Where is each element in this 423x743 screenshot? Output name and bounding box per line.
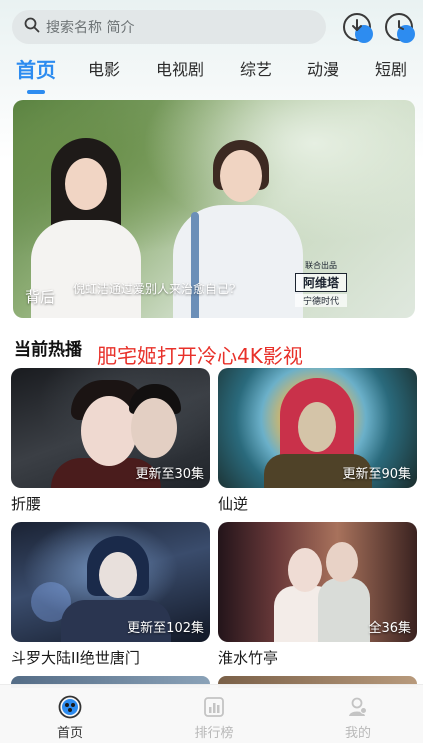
top-bar: 搜索名称 简介	[0, 0, 423, 52]
nav-ranking-label: 排行榜	[194, 726, 234, 741]
tab-anime[interactable]: 动漫	[307, 54, 339, 86]
history-button[interactable]	[385, 13, 415, 43]
episode-badge: 更新至30集	[135, 467, 204, 482]
section-title: 当前热播	[14, 340, 82, 360]
tab-active-indicator	[27, 90, 45, 94]
search-bar[interactable]: 搜索名称 简介	[12, 10, 326, 44]
video-thumbnail: 更新至30集	[11, 368, 210, 488]
download-icon	[352, 19, 362, 31]
video-title: 淮水竹亭	[218, 649, 279, 667]
ranking-icon	[204, 697, 224, 717]
banner-title: 背后	[25, 288, 56, 306]
video-thumbnail: 更新至102集	[11, 522, 210, 642]
video-card[interactable]: 更新至30集 折腰	[11, 368, 210, 514]
video-title: 仙逆	[218, 495, 249, 513]
video-thumbnail: 更新至90集	[218, 368, 417, 488]
tab-short-drama[interactable]: 短剧	[375, 54, 407, 86]
search-icon	[24, 17, 40, 37]
nav-profile[interactable]: 我的	[328, 695, 388, 741]
category-tabs: 首页 电影 电视剧 综艺 动漫 短剧	[0, 54, 423, 94]
banner-quote: 倪虹洁通过爱别人来治愈自己?	[73, 282, 236, 296]
profile-icon	[349, 697, 367, 716]
video-title: 斗罗大陆II绝世唐门	[11, 649, 140, 667]
featured-banner[interactable]: 倪虹洁通过爱别人来治愈自己? 背后 联合出品 阿维塔 宁德时代	[13, 100, 415, 318]
download-button[interactable]	[343, 13, 373, 43]
bottom-nav: 首页 排行榜 我的	[0, 684, 423, 743]
home-icon	[58, 695, 82, 719]
tab-tv-series[interactable]: 电视剧	[156, 54, 204, 86]
watermark-text: 肥宅姬打开冷心4K影视	[97, 344, 303, 368]
video-thumbnail: 全36集	[218, 522, 417, 642]
video-title: 折腰	[11, 495, 42, 513]
search-placeholder: 搜索名称 简介	[46, 20, 135, 36]
video-card[interactable]: 全36集 淮水竹亭	[218, 522, 417, 668]
tab-movies[interactable]: 电影	[88, 54, 120, 86]
nav-profile-label: 我的	[344, 726, 371, 741]
tab-variety[interactable]: 综艺	[240, 54, 272, 86]
episode-badge: 更新至90集	[342, 467, 411, 482]
sponsor-logo: 联合出品 阿维塔 宁德时代	[291, 260, 351, 308]
nav-home-label: 首页	[56, 726, 83, 741]
episode-badge: 全36集	[368, 621, 411, 636]
tab-home[interactable]: 首页	[16, 54, 56, 86]
video-card[interactable]: 更新至90集 仙逆	[218, 368, 417, 514]
nav-ranking[interactable]: 排行榜	[184, 695, 244, 741]
video-card[interactable]: 更新至102集 斗罗大陆II绝世唐门	[11, 522, 210, 668]
nav-home[interactable]: 首页	[40, 695, 100, 741]
clock-icon	[398, 20, 404, 30]
episode-badge: 更新至102集	[127, 621, 204, 636]
